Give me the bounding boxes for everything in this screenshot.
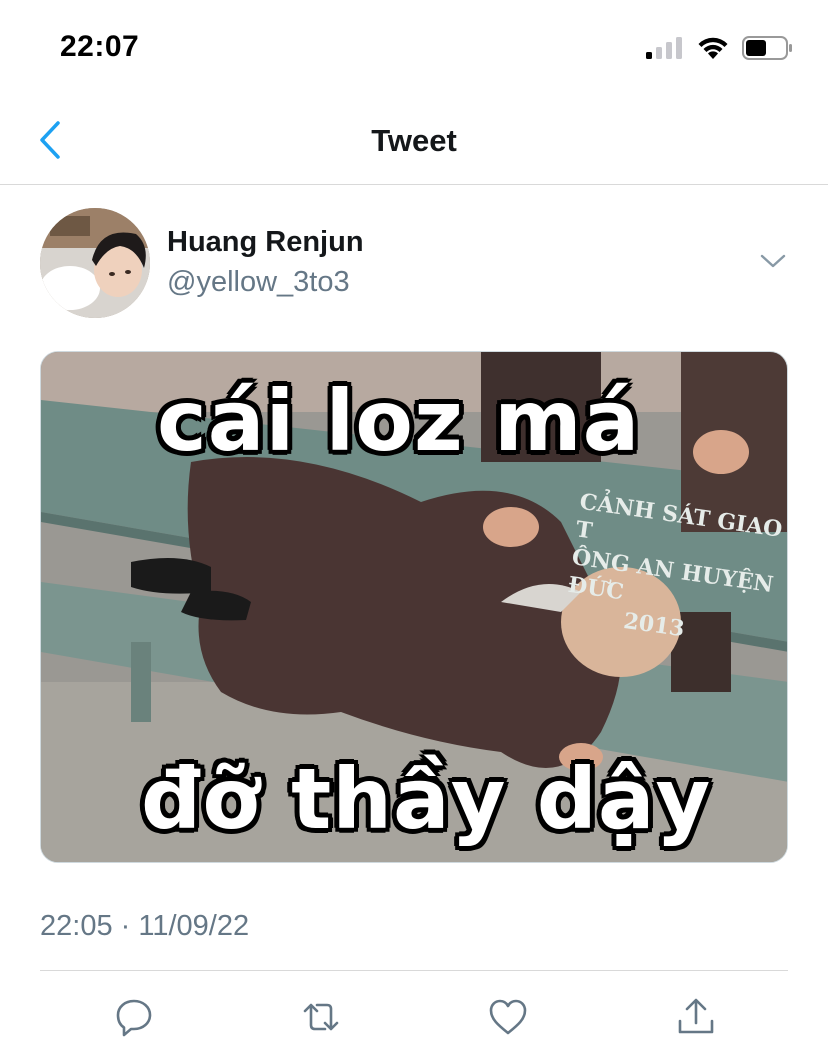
status-bar: 22:07: [0, 0, 828, 96]
tweet-media-image[interactable]: CẢNH SÁT GIAO T ÔNG AN HUYỆN ĐỨC 2013 cá…: [40, 351, 788, 863]
signal-icon: [646, 37, 682, 59]
like-button[interactable]: [486, 995, 530, 1039]
avatar[interactable]: [40, 208, 150, 318]
retweet-button[interactable]: [299, 995, 343, 1039]
meme-caption-bottom: đỡ thầy dậy: [141, 750, 712, 848]
nav-bar: Tweet: [0, 96, 828, 185]
more-options-button[interactable]: [758, 246, 788, 276]
status-time: 22:07: [60, 30, 140, 63]
tweet-timestamp: 22:05 · 11/09/22: [40, 910, 250, 942]
reply-icon: [116, 999, 152, 1037]
meme-caption-top: cái loz má: [157, 372, 641, 470]
tweet-actions: [40, 970, 788, 1060]
chevron-down-icon: [760, 254, 786, 268]
wifi-icon: [698, 37, 728, 59]
share-icon: [678, 998, 714, 1034]
share-button[interactable]: [674, 995, 718, 1039]
bench-sign: CẢNH SÁT GIAO T ÔNG AN HUYỆN ĐỨC 2013: [562, 488, 787, 657]
like-icon: [489, 999, 527, 1035]
avatar-photo: [40, 208, 150, 318]
retweet-icon: [303, 1003, 339, 1031]
page-title: Tweet: [371, 123, 457, 158]
author-name[interactable]: Huang Renjun: [167, 226, 364, 259]
tweet-author: Huang Renjun @yellow_3to3: [40, 208, 788, 318]
author-handle[interactable]: @yellow_3to3: [167, 266, 350, 299]
status-icons: [646, 36, 794, 60]
battery-icon: [742, 36, 792, 60]
reply-button[interactable]: [112, 995, 156, 1039]
